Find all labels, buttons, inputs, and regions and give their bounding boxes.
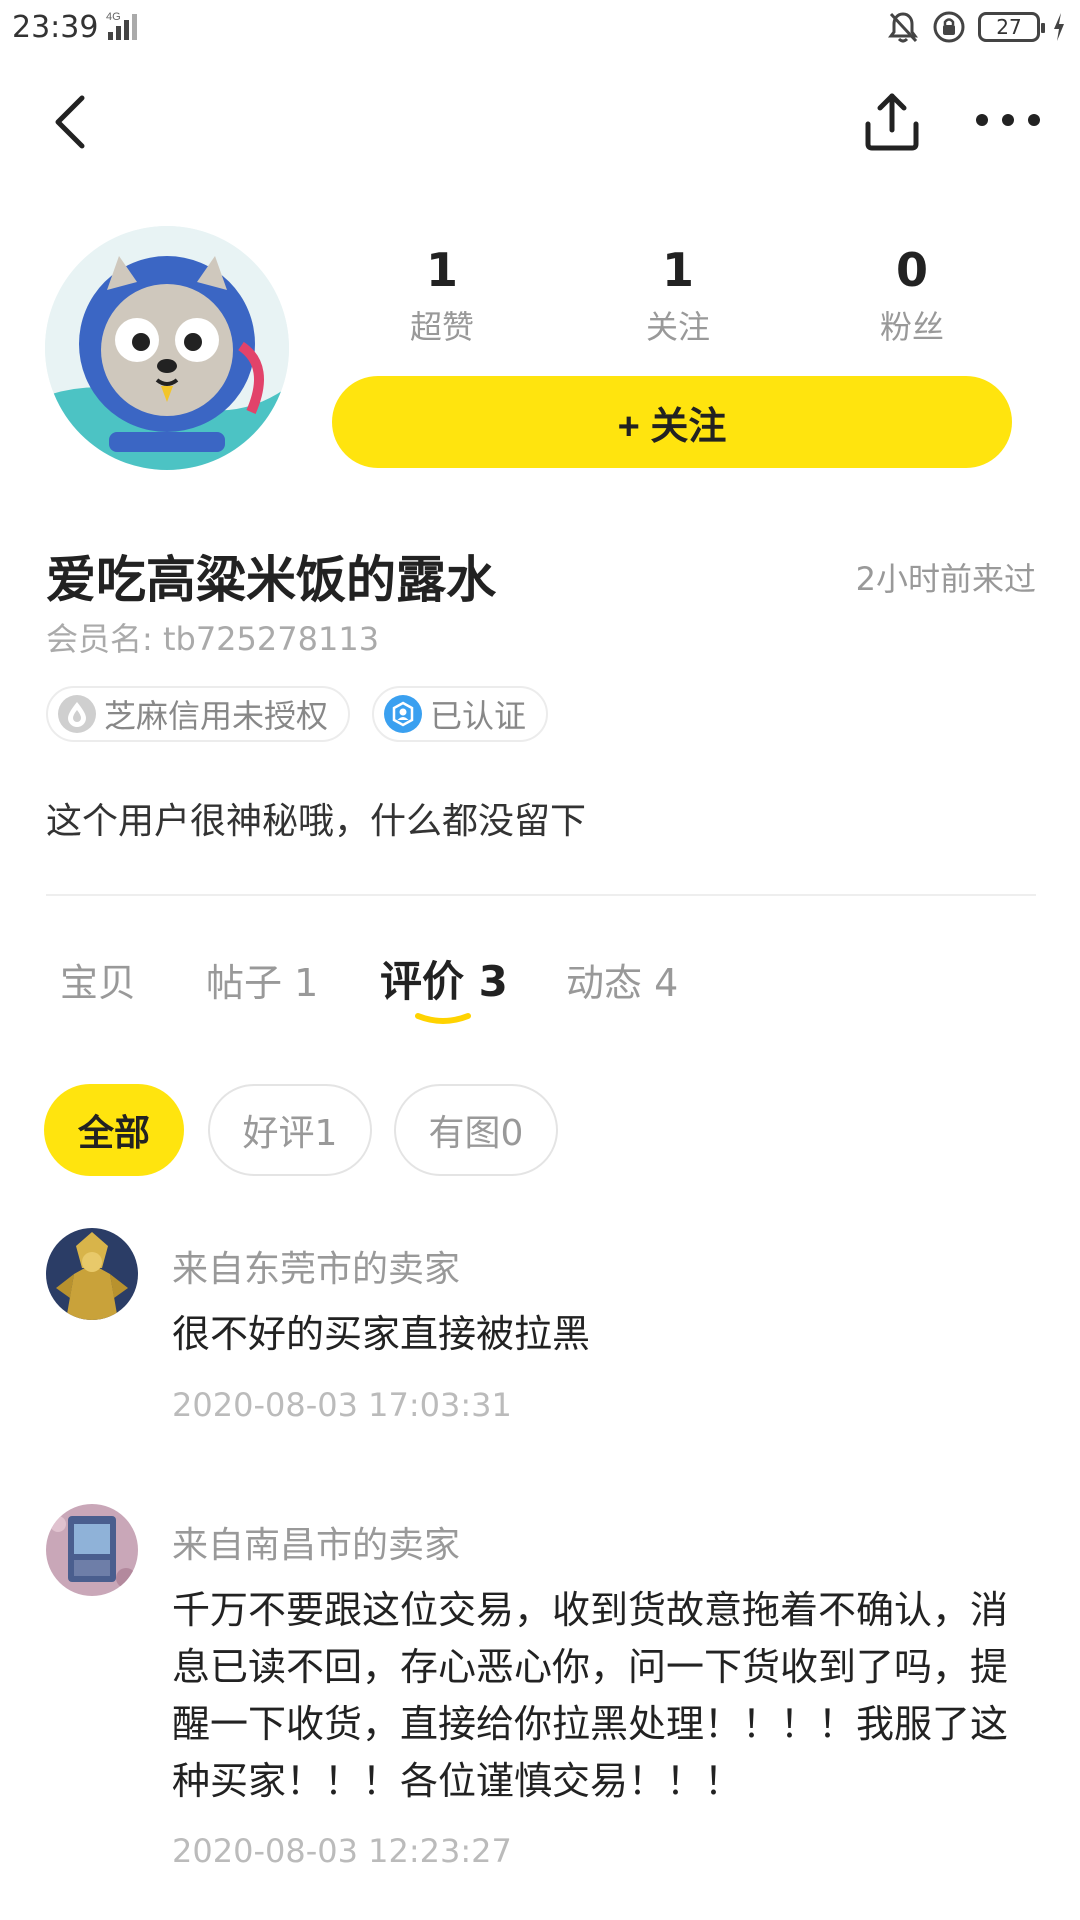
- back-arrow-icon[interactable]: [44, 92, 104, 152]
- filter-positive[interactable]: 好评1: [208, 1084, 372, 1176]
- rotation-lock-icon: [933, 11, 965, 43]
- stat-followers[interactable]: 0 粉丝: [842, 242, 982, 348]
- verified-badge[interactable]: 已认证: [372, 686, 549, 742]
- stat-following-label: 关注: [645, 308, 710, 346]
- battery-indicator: 27: [978, 12, 1045, 42]
- section-divider: [46, 894, 1036, 896]
- signal-icon: 4G: [106, 11, 137, 40]
- filter-with-images[interactable]: 有图0: [394, 1084, 558, 1176]
- review-date: 2020-08-03 12:23:27: [172, 1832, 512, 1870]
- sesame-credit-badge[interactable]: 芝麻信用未授权: [46, 686, 351, 742]
- review-date: 2020-08-03 17:03:31: [172, 1386, 512, 1424]
- sesame-credit-label: 芝麻信用未授权: [104, 697, 329, 735]
- verified-icon: [384, 695, 422, 733]
- verified-label: 已认证: [430, 697, 527, 735]
- tab-activity[interactable]: 动态 4: [566, 952, 678, 1007]
- stat-following-value: 1: [661, 243, 694, 297]
- stat-followers-value: 0: [895, 243, 928, 297]
- review-source: 来自东莞市的卖家: [172, 1249, 461, 1290]
- reviewer-avatar[interactable]: [46, 1228, 138, 1320]
- tab-items[interactable]: 宝贝: [60, 952, 136, 1007]
- filter-all[interactable]: 全部: [44, 1084, 184, 1176]
- profile-username: 爱吃高粱米饭的露水: [46, 551, 496, 609]
- review-text: 千万不要跟这位交易，收到货故意拖着不确认，消息已读不回，存心恶心你，问一下货收到…: [172, 1588, 1009, 1803]
- stat-likes-value: 1: [425, 243, 458, 297]
- mute-bell-icon: [888, 12, 918, 43]
- stat-likes-label: 超赞: [409, 308, 474, 346]
- reviewer-avatar[interactable]: [46, 1504, 138, 1596]
- top-nav: [0, 72, 1080, 172]
- stat-following[interactable]: 1 关注: [608, 242, 748, 348]
- profile-avatar[interactable]: [45, 226, 289, 470]
- status-bar: 23:39 4G 27: [0, 0, 1080, 56]
- status-time: 23:39: [12, 10, 99, 45]
- more-dots-icon[interactable]: [972, 98, 1044, 142]
- tab-posts[interactable]: 帖子 1: [206, 952, 318, 1007]
- stat-likes[interactable]: 1 超赞: [372, 242, 512, 348]
- tab-reviews[interactable]: 评价 3: [380, 948, 508, 1009]
- follow-button-label: + 关注: [617, 405, 727, 448]
- share-icon[interactable]: [860, 90, 924, 154]
- charging-icon: [1054, 13, 1064, 41]
- member-name: 会员名: tb725278113: [46, 620, 380, 658]
- profile-bio: 这个用户很神秘哦，什么都没留下: [46, 801, 587, 842]
- network-type: 4G: [106, 11, 121, 23]
- stat-followers-label: 粉丝: [879, 308, 944, 346]
- follow-button[interactable]: + 关注: [332, 376, 1012, 468]
- active-tab-indicator: [415, 1013, 471, 1024]
- last-seen: 2小时前来过: [855, 560, 1036, 598]
- review-text: 很不好的买家直接被拉黑: [172, 1312, 591, 1356]
- sesame-credit-icon: [58, 695, 96, 733]
- status-icons: 27: [886, 10, 1066, 44]
- review-source: 来自南昌市的卖家: [172, 1525, 461, 1566]
